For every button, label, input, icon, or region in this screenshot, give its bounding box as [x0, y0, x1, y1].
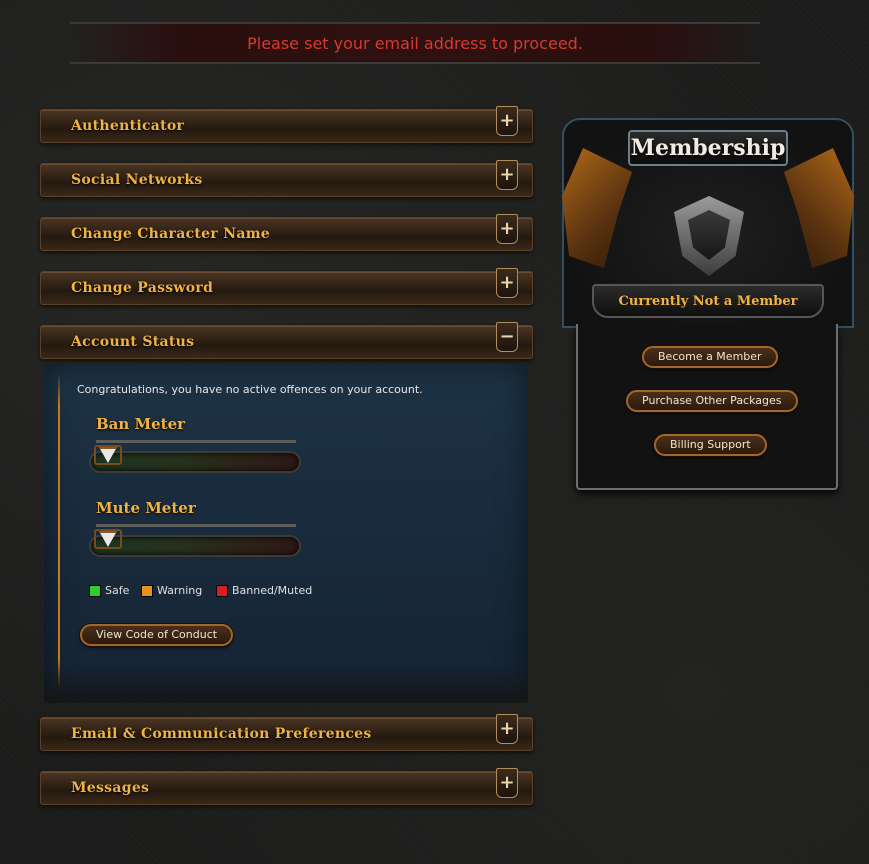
mute-meter-title: Mute Meter [96, 499, 196, 517]
section-change-password[interactable]: Change Password + [40, 268, 533, 305]
notice-text: Please set your email address to proceed… [247, 33, 583, 53]
warning-swatch [141, 584, 153, 597]
purchase-packages-button[interactable]: Purchase Other Packages [626, 390, 798, 412]
expand-plus-icon[interactable]: + [496, 768, 518, 798]
section-social-networks[interactable]: Social Networks + [40, 160, 533, 197]
section-label: Account Status [71, 334, 195, 350]
section-email-preferences[interactable]: Email & Communication Preferences + [40, 714, 533, 751]
account-status-message: Congratulations, you have no active offe… [77, 383, 423, 396]
section-account-status[interactable]: Account Status − [40, 322, 533, 359]
expand-plus-icon[interactable]: + [496, 160, 518, 190]
legend-label: Warning [157, 584, 203, 597]
expand-plus-icon[interactable]: + [496, 106, 518, 136]
section-change-character-name[interactable]: Change Character Name + [40, 214, 533, 251]
expand-plus-icon[interactable]: + [496, 268, 518, 298]
membership-actions: Become a Member Purchase Other Packages … [576, 324, 838, 490]
expand-plus-icon[interactable]: + [496, 214, 518, 244]
legend-banned-muted: Banned/Muted [216, 584, 312, 597]
legend-warning: Warning [141, 584, 202, 597]
ban-meter-title: Ban Meter [96, 415, 186, 433]
view-code-of-conduct-button[interactable]: View Code of Conduct [80, 624, 234, 646]
panel-side-line [58, 373, 60, 691]
section-label: Messages [71, 780, 150, 796]
mute-meter [89, 529, 301, 557]
section-label: Change Character Name [71, 226, 271, 242]
email-required-notice: Please set your email address to proceed… [70, 22, 760, 64]
section-messages[interactable]: Messages + [40, 768, 533, 805]
safe-swatch [89, 584, 101, 597]
expand-plus-icon[interactable]: + [496, 714, 518, 744]
section-label: Email & Communication Preferences [71, 726, 372, 742]
banned-swatch [216, 584, 228, 597]
membership-title: Membership [628, 130, 788, 166]
ban-meter-rule [96, 440, 296, 443]
become-member-button[interactable]: Become a Member [642, 346, 778, 368]
ban-meter [89, 445, 301, 473]
billing-support-button[interactable]: Billing Support [654, 434, 767, 456]
section-label: Social Networks [71, 172, 203, 188]
membership-status: Currently Not a Member [592, 284, 824, 318]
legend-label: Banned/Muted [232, 584, 313, 597]
membership-panel: Membership Currently Not a Member Become… [562, 118, 854, 504]
section-authenticator[interactable]: Authenticator + [40, 106, 533, 143]
panel-bottom-edge [44, 663, 528, 703]
legend-label: Safe [105, 584, 130, 597]
legend-safe: Safe [89, 584, 129, 597]
section-label: Authenticator [71, 118, 185, 134]
collapse-minus-icon[interactable]: − [496, 322, 518, 352]
mute-meter-rule [96, 524, 296, 527]
account-status-panel: Congratulations, you have no active offe… [44, 363, 528, 703]
section-label: Change Password [71, 280, 214, 296]
